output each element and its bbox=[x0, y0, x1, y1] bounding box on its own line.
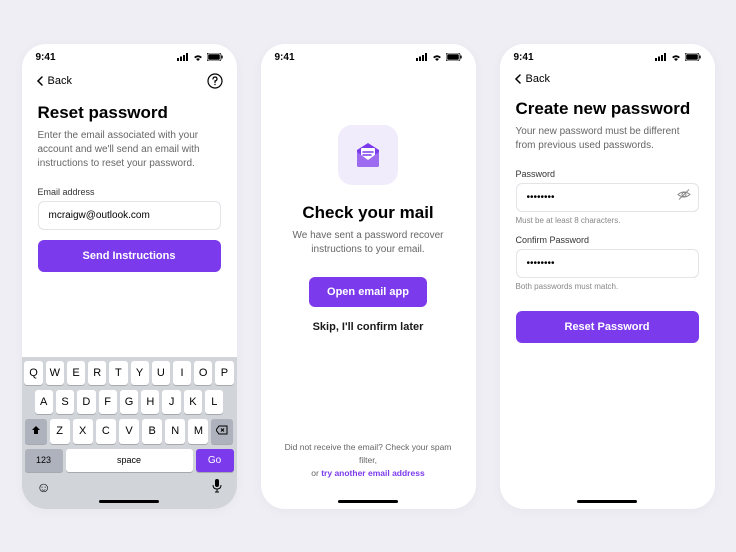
keyboard-row-3: ZXCVBNM bbox=[25, 419, 234, 444]
key-c[interactable]: C bbox=[96, 419, 116, 444]
key-r[interactable]: R bbox=[88, 361, 106, 385]
key-v[interactable]: V bbox=[119, 419, 139, 444]
back-button[interactable]: Back bbox=[36, 75, 72, 87]
page-title: Reset password bbox=[38, 103, 221, 123]
shift-key[interactable] bbox=[25, 419, 47, 444]
page-title: Check your mail bbox=[302, 203, 433, 223]
status-time: 9:41 bbox=[275, 52, 295, 63]
page-subtitle: Enter the email associated with your acc… bbox=[38, 129, 221, 171]
page-title: Create new password bbox=[516, 99, 699, 119]
back-button[interactable]: Back bbox=[514, 73, 550, 85]
page-subtitle: We have sent a password recover instruct… bbox=[277, 229, 460, 257]
home-indicator[interactable] bbox=[577, 500, 637, 503]
home-indicator[interactable] bbox=[99, 500, 159, 503]
footer-pre: Did not receive the email? Check your sp… bbox=[285, 442, 452, 465]
back-label: Back bbox=[48, 75, 72, 87]
key-g[interactable]: G bbox=[120, 390, 138, 414]
password-hint: Must be at least 8 characters. bbox=[516, 216, 699, 225]
keyboard: QWERTYUIOP ASDFGHJKL ZXCVBNM 123 space G… bbox=[22, 357, 237, 509]
content: Create new password Your new password mu… bbox=[500, 93, 715, 343]
chevron-left-icon bbox=[514, 74, 522, 84]
reset-password-button[interactable]: Reset Password bbox=[516, 311, 699, 343]
battery-icon bbox=[685, 53, 701, 61]
content: Reset password Enter the email associate… bbox=[22, 97, 237, 357]
send-instructions-button[interactable]: Send Instructions bbox=[38, 240, 221, 272]
signal-icon bbox=[177, 53, 189, 61]
content: Check your mail We have sent a password … bbox=[261, 65, 476, 442]
key-h[interactable]: H bbox=[141, 390, 159, 414]
confirm-label: Confirm Password bbox=[516, 235, 699, 245]
nav-bar: Back bbox=[500, 65, 715, 93]
key-t[interactable]: T bbox=[109, 361, 127, 385]
nav-bar: Back bbox=[22, 65, 237, 97]
key-d[interactable]: D bbox=[77, 390, 95, 414]
open-email-button[interactable]: Open email app bbox=[309, 277, 427, 307]
key-e[interactable]: E bbox=[67, 361, 85, 385]
skip-link[interactable]: Skip, I'll confirm later bbox=[313, 321, 424, 333]
mic-key[interactable] bbox=[212, 479, 222, 496]
wifi-icon bbox=[670, 53, 682, 61]
status-icons bbox=[416, 53, 462, 61]
key-m[interactable]: M bbox=[188, 419, 208, 444]
backspace-key[interactable] bbox=[211, 419, 233, 444]
go-key[interactable]: Go bbox=[196, 449, 234, 472]
mail-icon bbox=[338, 125, 398, 185]
key-b[interactable]: B bbox=[142, 419, 162, 444]
status-time: 9:41 bbox=[514, 52, 534, 63]
email-input[interactable] bbox=[38, 201, 221, 230]
wifi-icon bbox=[431, 53, 443, 61]
email-label: Email address bbox=[38, 187, 221, 197]
key-w[interactable]: W bbox=[46, 361, 64, 385]
space-key[interactable]: space bbox=[66, 449, 193, 472]
key-o[interactable]: O bbox=[194, 361, 212, 385]
keyboard-row-4: 123 space Go bbox=[25, 449, 234, 472]
confirm-password-input[interactable] bbox=[516, 249, 699, 278]
key-i[interactable]: I bbox=[173, 361, 191, 385]
toggle-visibility-icon[interactable] bbox=[677, 188, 691, 207]
footer-text: Did not receive the email? Check your sp… bbox=[261, 441, 476, 495]
key-y[interactable]: Y bbox=[131, 361, 149, 385]
key-l[interactable]: L bbox=[205, 390, 223, 414]
keyboard-row-2: ASDFGHJKL bbox=[25, 390, 234, 414]
status-icons bbox=[655, 53, 701, 61]
keyboard-row-1: QWERTYUIOP bbox=[25, 361, 234, 385]
signal-icon bbox=[655, 53, 667, 61]
try-another-email-link[interactable]: try another email address bbox=[321, 468, 424, 478]
battery-icon bbox=[207, 53, 223, 61]
keyboard-bottom: ☺ bbox=[25, 477, 234, 496]
status-bar: 9:41 bbox=[500, 44, 715, 65]
screen-reset-password: 9:41 Back Reset password Enter the email… bbox=[22, 44, 237, 509]
key-j[interactable]: J bbox=[162, 390, 180, 414]
numbers-key[interactable]: 123 bbox=[25, 449, 63, 472]
battery-icon bbox=[446, 53, 462, 61]
key-n[interactable]: N bbox=[165, 419, 185, 444]
home-indicator[interactable] bbox=[338, 500, 398, 503]
help-icon[interactable] bbox=[207, 73, 223, 89]
key-z[interactable]: Z bbox=[50, 419, 70, 444]
key-u[interactable]: U bbox=[152, 361, 170, 385]
screen-create-password: 9:41 Back Create new password Your new p… bbox=[500, 44, 715, 509]
confirm-hint: Both passwords must match. bbox=[516, 282, 699, 291]
key-k[interactable]: K bbox=[184, 390, 202, 414]
screen-check-mail: 9:41 Check your mail We have sent a pass… bbox=[261, 44, 476, 509]
key-a[interactable]: A bbox=[35, 390, 53, 414]
emoji-key[interactable]: ☺ bbox=[37, 479, 51, 496]
key-s[interactable]: S bbox=[56, 390, 74, 414]
key-f[interactable]: F bbox=[99, 390, 117, 414]
password-input[interactable] bbox=[516, 183, 699, 212]
status-bar: 9:41 bbox=[261, 44, 476, 65]
key-p[interactable]: P bbox=[215, 361, 233, 385]
key-x[interactable]: X bbox=[73, 419, 93, 444]
status-bar: 9:41 bbox=[22, 44, 237, 65]
status-time: 9:41 bbox=[36, 52, 56, 63]
back-label: Back bbox=[526, 73, 550, 85]
chevron-left-icon bbox=[36, 76, 44, 86]
wifi-icon bbox=[192, 53, 204, 61]
footer-or: or bbox=[311, 468, 321, 478]
signal-icon bbox=[416, 53, 428, 61]
key-q[interactable]: Q bbox=[24, 361, 42, 385]
password-label: Password bbox=[516, 169, 699, 179]
status-icons bbox=[177, 53, 223, 61]
page-subtitle: Your new password must be different from… bbox=[516, 125, 699, 153]
